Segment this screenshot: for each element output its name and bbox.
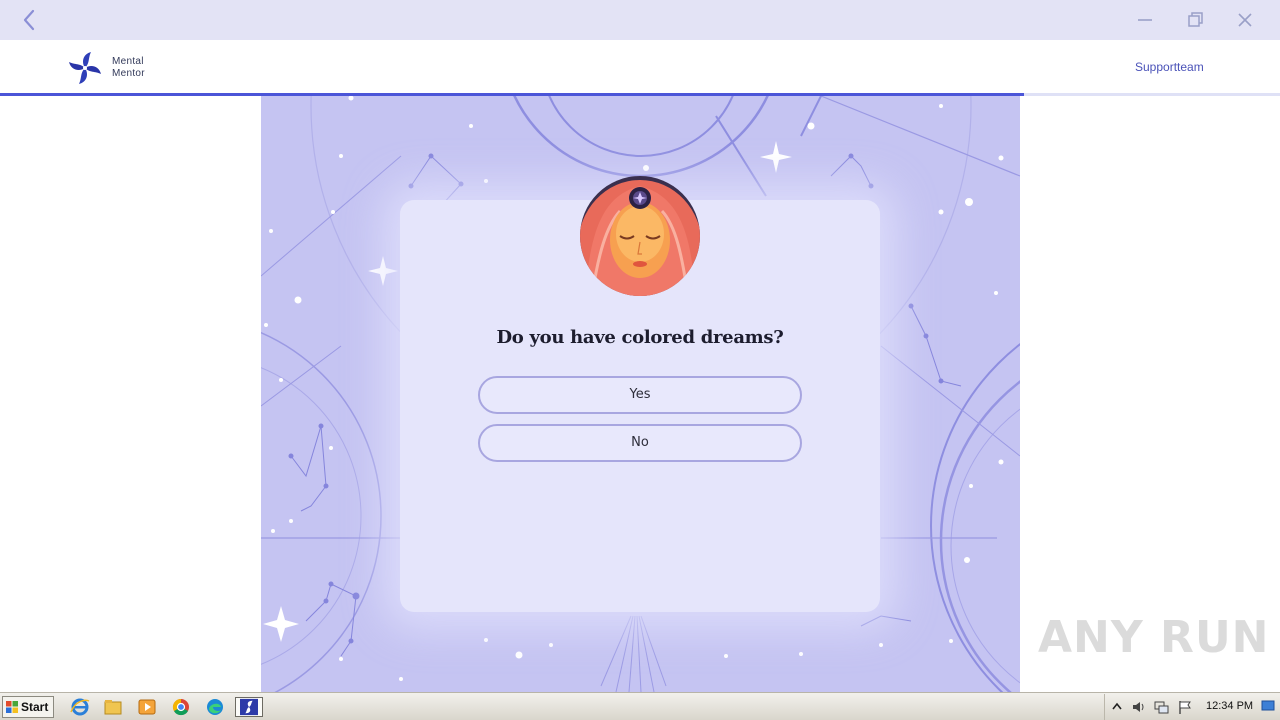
windows-flag-icon xyxy=(6,701,18,713)
back-arrow-icon[interactable] xyxy=(18,8,42,32)
internet-explorer-icon[interactable] xyxy=(69,697,91,717)
mental-mentor-logo-icon xyxy=(69,52,101,84)
brand-line-1: Mental xyxy=(112,56,144,67)
action-center-flag-icon[interactable] xyxy=(1177,699,1193,715)
brand-line-2: Mentor xyxy=(112,68,145,79)
answer-yes-button[interactable]: Yes xyxy=(478,376,802,414)
network-icon[interactable] xyxy=(1153,699,1169,715)
answer-no-button[interactable]: No xyxy=(478,424,802,462)
start-label: Start xyxy=(21,700,49,714)
start-button[interactable]: Start xyxy=(2,696,54,718)
system-tray xyxy=(1104,694,1280,720)
media-player-icon[interactable] xyxy=(136,697,158,717)
window-titlebar xyxy=(0,0,1280,40)
file-explorer-icon[interactable] xyxy=(102,697,124,717)
close-icon[interactable] xyxy=(1235,10,1255,30)
mental-mentor-app-icon[interactable] xyxy=(235,697,263,717)
question-text: Do you have colored dreams? xyxy=(496,327,784,348)
show-desktop-icon[interactable] xyxy=(1260,698,1276,714)
dreaming-woman-avatar xyxy=(580,176,700,296)
anyrun-watermark: ANY RUN xyxy=(1038,612,1270,663)
volume-icon[interactable] xyxy=(1131,699,1147,715)
windows-taskbar: Start 12:34 PM xyxy=(0,692,1280,720)
show-hidden-icons-icon[interactable] xyxy=(1109,699,1125,715)
support-team-link[interactable]: Supportteam xyxy=(1135,60,1204,74)
brand-name: Mental Mentor xyxy=(112,56,145,80)
taskbar-clock: 12:34 PM xyxy=(1206,700,1254,712)
restore-icon[interactable] xyxy=(1185,10,1205,30)
chrome-icon[interactable] xyxy=(170,697,192,717)
minimize-icon[interactable] xyxy=(1135,10,1155,30)
app-header: Mental Mentor Supportteam xyxy=(0,40,1280,94)
edge-icon[interactable] xyxy=(204,697,226,717)
